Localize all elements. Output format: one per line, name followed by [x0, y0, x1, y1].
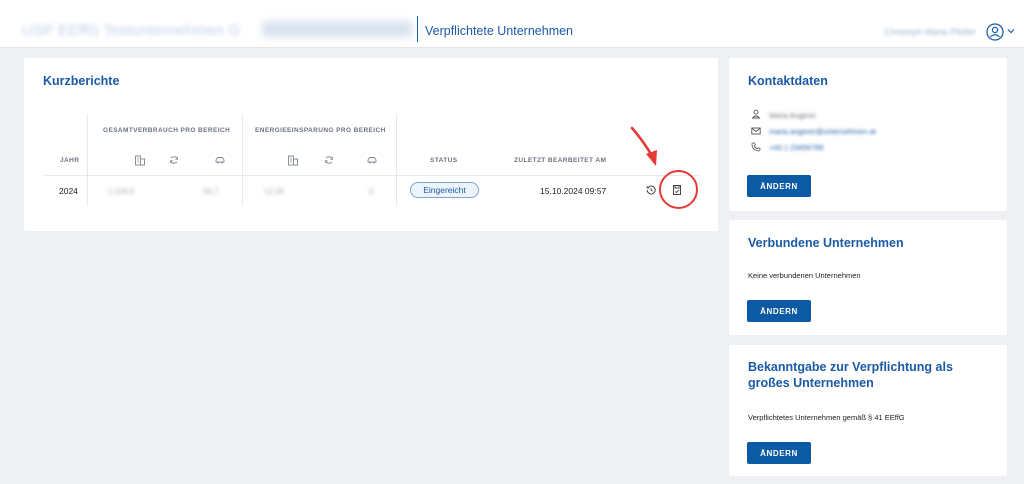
kurzberichte-title: Kurzberichte: [43, 74, 120, 88]
kurzberichte-card: [24, 58, 718, 231]
column-divider: [242, 114, 243, 206]
person-icon: [751, 109, 761, 119]
gesamtverbrauch-header: GESAMTVERBRAUCH PRO BEREICH: [103, 127, 231, 134]
car-icon: [215, 157, 225, 164]
title-divider: [417, 16, 418, 42]
cycle-process-icon: [170, 156, 178, 164]
table-header-divider: [43, 175, 699, 176]
contact-name: Maria Angerer: [769, 111, 817, 120]
top-bar: USP EEffG Testunternehmen G Verpflichtet…: [0, 0, 1024, 48]
jahr-header: JAHR: [60, 157, 80, 164]
chevron-down-icon[interactable]: [1007, 27, 1015, 35]
zuletzt-bearbeitet-header: ZULETZT BEARBEITET AM: [514, 157, 607, 164]
status-header: STATUS: [430, 157, 458, 164]
verbundene-edit-button[interactable]: ÄNDERN: [747, 300, 811, 322]
verbundene-unternehmen-text: Keine verbundenen Unternehmen: [748, 271, 861, 280]
row-zuletzt-bearbeitet: 15.10.2024 09:57: [540, 186, 607, 196]
column-divider: [87, 114, 88, 206]
energieeinsparung-header: ENERGIEEINSPARUNG PRO BEREICH: [255, 127, 386, 134]
bekanntgabe-edit-button[interactable]: ÄNDERN: [747, 442, 811, 464]
app-title[interactable]: USP EEffG Testunternehmen G: [22, 22, 240, 39]
column-divider: [396, 114, 397, 206]
verbundene-unternehmen-title: Verbundene Unternehmen: [748, 236, 904, 250]
building-icon: [288, 155, 298, 166]
row-ee-transport: 0: [369, 187, 374, 196]
history-icon[interactable]: [645, 184, 657, 196]
car-icon: [367, 157, 377, 164]
red-arrow-annotation: [630, 126, 657, 166]
user-avatar-icon[interactable]: [986, 23, 1004, 41]
page-title: Verpflichtete Unternehmen: [425, 24, 574, 38]
kontaktdaten-edit-button[interactable]: ÄNDERN: [747, 175, 811, 197]
user-name[interactable]: Christoph Maria Pfeifer: [884, 27, 976, 37]
kontaktdaten-title: Kontaktdaten: [748, 74, 828, 88]
cycle-process-icon: [325, 156, 333, 164]
contact-email-link[interactable]: maria.angerer@unternehmen.at: [769, 127, 876, 136]
row-jahr: 2024: [59, 186, 78, 196]
row-ee-gebaeude: 12,34: [264, 187, 285, 196]
building-icon: [135, 155, 145, 166]
status-badge: Eingereicht: [410, 182, 479, 198]
phone-icon: [751, 142, 761, 152]
mail-icon: [751, 127, 761, 135]
bekanntgabe-title: Bekanntgabe zur Verpflichtung als großes…: [748, 360, 953, 390]
contact-phone-link[interactable]: +43 1 23456789: [769, 143, 823, 152]
bekanntgabe-text: Verpflichtetes Unternehmen gemäß § 41 EE…: [748, 413, 905, 422]
row-gv-transport: 56,7: [203, 187, 219, 196]
row-gv-gebaeude: 1.234,5: [108, 187, 135, 196]
app-title-blurred-suffix: [262, 21, 412, 37]
